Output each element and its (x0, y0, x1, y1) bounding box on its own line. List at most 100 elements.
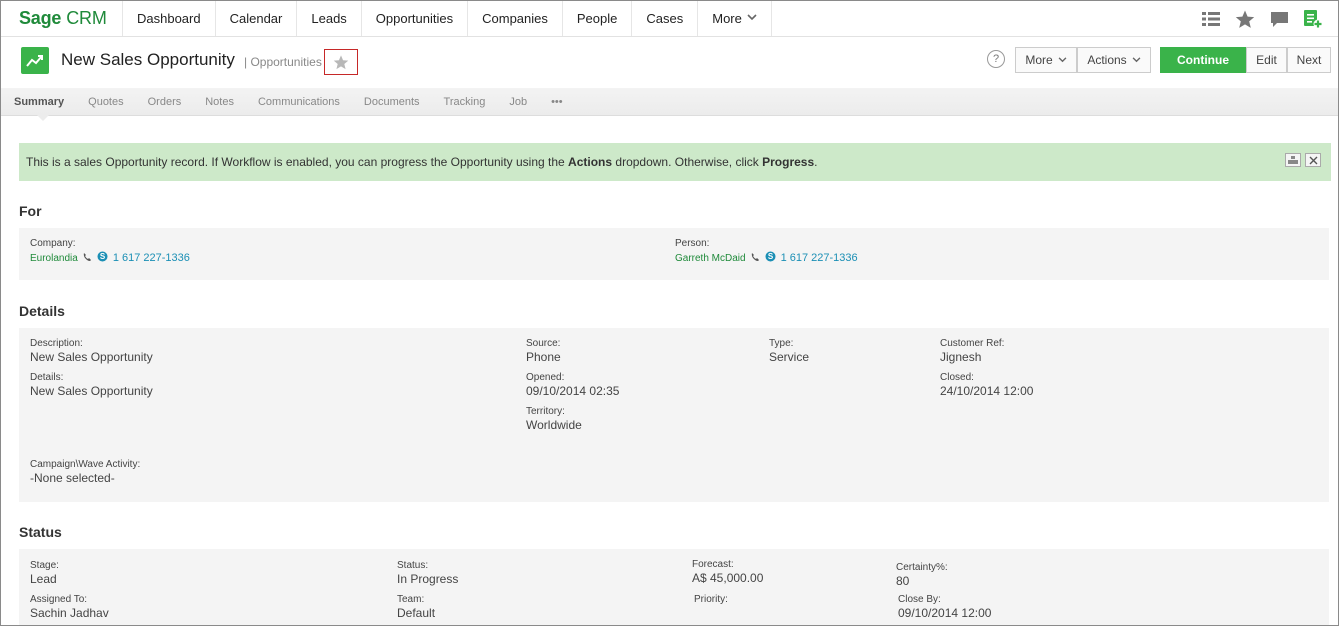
actions-dropdown-button[interactable]: Actions (1077, 47, 1151, 73)
help-icon[interactable]: ? (987, 50, 1005, 68)
description-value: New Sales Opportunity (30, 350, 153, 364)
logo-bold: Sage (19, 8, 62, 28)
svg-text:S: S (100, 252, 106, 261)
list-icon[interactable] (1200, 8, 1222, 30)
stage-label: Stage: (30, 560, 59, 571)
chevron-down-icon (747, 13, 757, 24)
tab-job[interactable]: Job (509, 96, 527, 108)
new-record-icon[interactable] (1302, 8, 1324, 30)
for-panel: Company: Eurolandia S 1 617 227-1336 Per… (19, 228, 1329, 280)
record-tabs: Summary Quotes Orders Notes Communicatio… (1, 88, 1338, 116)
tab-tracking[interactable]: Tracking (444, 96, 486, 108)
favorites-star-icon[interactable] (1234, 8, 1256, 30)
customer-ref-value: Jignesh (940, 350, 982, 364)
more-dropdown-button[interactable]: More (1015, 47, 1077, 73)
type-label: Type: (769, 338, 794, 349)
section-title-status: Status (19, 524, 62, 540)
team-value: Default (397, 606, 436, 620)
nav-leads[interactable]: Leads (297, 1, 362, 36)
nav-people[interactable]: People (563, 1, 633, 36)
phone-icon (751, 251, 760, 265)
phone-icon (83, 251, 92, 265)
description-label: Description: (30, 338, 83, 349)
status-field: Status: In Progress (397, 560, 458, 586)
nav-more-label: More (712, 11, 742, 26)
continue-button[interactable]: Continue (1160, 47, 1246, 73)
close-by-value: 09/10/2014 12:00 (898, 606, 992, 620)
opened-value: 09/10/2014 02:35 (526, 384, 620, 398)
closed-label: Closed: (940, 372, 974, 383)
status-panel: Stage: Lead Assigned To: Sachin Jadhav S… (19, 549, 1329, 625)
add-favorite-button[interactable] (324, 49, 358, 75)
chevron-down-icon (1058, 55, 1067, 65)
nav-calendar[interactable]: Calendar (216, 1, 298, 36)
star-icon (333, 54, 349, 69)
source-value: Phone (526, 350, 561, 364)
person-phone-link[interactable]: 1 617 227-1336 (781, 252, 858, 264)
svg-text:S: S (767, 252, 773, 261)
banner-text-3: . (814, 155, 818, 169)
source-label: Source: (526, 338, 561, 349)
company-link[interactable]: Eurolandia (30, 253, 78, 264)
close-icon[interactable] (1305, 153, 1321, 167)
description-field: Description: New Sales Opportunity (30, 338, 153, 364)
close-by-field: Close By: 09/10/2014 12:00 (898, 594, 991, 620)
skype-icon[interactable]: S (97, 251, 108, 265)
banner-icons (1285, 153, 1321, 167)
source-field: Source: Phone (526, 338, 561, 364)
campaign-field: Campaign\Wave Activity: -None selected- (30, 459, 140, 485)
tab-overflow-more[interactable]: ••• (551, 96, 563, 108)
territory-field: Territory: Worldwide (526, 406, 582, 432)
banner-collapse-icon[interactable] (1285, 153, 1301, 167)
skype-icon[interactable]: S (765, 251, 776, 265)
section-title-details: Details (19, 303, 65, 319)
closed-value: 24/10/2014 12:00 (940, 384, 1034, 398)
company-field: Company: Eurolandia S 1 617 227-1336 (30, 238, 190, 265)
assigned-to-field: Assigned To: Sachin Jadhav (30, 594, 109, 620)
edit-button[interactable]: Edit (1246, 47, 1287, 73)
customer-ref-field: Customer Ref: Jignesh (940, 338, 1004, 364)
tab-notes[interactable]: Notes (205, 96, 234, 108)
active-tab-pointer (36, 114, 50, 121)
person-field: Person: Garreth McDaid S 1 617 227-1336 (675, 238, 858, 265)
banner-bold-progress: Progress (762, 155, 815, 169)
nav-cases[interactable]: Cases (632, 1, 699, 36)
sage-crm-logo[interactable]: Sage CRM (1, 1, 123, 36)
logo-rest: CRM (66, 8, 107, 28)
next-button[interactable]: Next (1287, 47, 1331, 73)
certainty-value: 80 (896, 574, 910, 588)
certainty-field: Certainty%: 80 (896, 562, 948, 588)
status-label: Status: (397, 560, 429, 571)
tab-quotes[interactable]: Quotes (88, 96, 123, 108)
person-link[interactable]: Garreth McDaid (675, 253, 746, 264)
chat-bubble-icon[interactable] (1268, 8, 1290, 30)
banner-text-1: This is a sales Opportunity record. If W… (26, 155, 569, 169)
info-banner: This is a sales Opportunity record. If W… (19, 143, 1331, 181)
tab-orders[interactable]: Orders (148, 96, 182, 108)
territory-value: Worldwide (526, 418, 582, 432)
page-subtitle-breadcrumb[interactable]: | Opportunities (244, 55, 322, 69)
section-title-for: For (19, 203, 42, 219)
closed-field: Closed: 24/10/2014 12:00 (940, 372, 1033, 398)
company-phone-link[interactable]: 1 617 227-1336 (113, 252, 190, 264)
nav-dashboard[interactable]: Dashboard (123, 1, 216, 36)
stage-value: Lead (30, 572, 57, 586)
priority-field: Priority: (694, 594, 728, 605)
type-value: Service (769, 350, 810, 364)
campaign-label: Campaign\Wave Activity: (30, 459, 141, 470)
type-field: Type: Service (769, 338, 809, 364)
stage-field: Stage: Lead (30, 560, 59, 586)
territory-label: Territory: (526, 406, 565, 417)
nav-opportunities[interactable]: Opportunities (362, 1, 469, 36)
opened-field: Opened: 09/10/2014 02:35 (526, 372, 619, 398)
nav-more[interactable]: More (698, 1, 772, 36)
tab-documents[interactable]: Documents (364, 96, 420, 108)
tab-summary[interactable]: Summary (14, 96, 64, 108)
forecast-field: Forecast: A$ 45,000.00 (692, 559, 763, 585)
nav-companies[interactable]: Companies (468, 1, 563, 36)
tab-communications[interactable]: Communications (258, 96, 340, 108)
certainty-label: Certainty%: (896, 562, 948, 573)
team-field: Team: Default (397, 594, 435, 620)
title-bar: New Sales Opportunity | Opportunities ? … (1, 38, 1338, 88)
top-navigation: Sage CRM Dashboard Calendar Leads Opportu… (1, 1, 1338, 37)
